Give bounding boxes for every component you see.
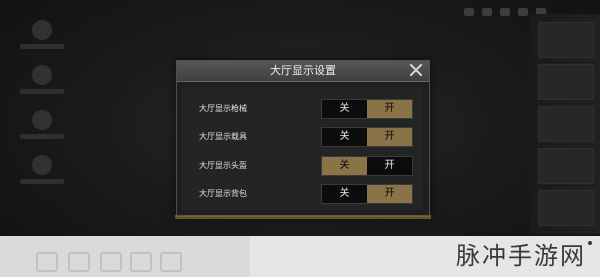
- right-tile-3[interactable]: [538, 106, 594, 142]
- toggle-off-option[interactable]: 关: [322, 185, 367, 203]
- right-side-panel: [530, 14, 600, 234]
- setting-row-helmet: 大厅显示头盔 关 开: [191, 156, 413, 176]
- menu-icon-3[interactable]: [32, 110, 52, 130]
- status-icon-3: [500, 8, 510, 16]
- setting-row-guns: 大厅显示枪械 关 开: [191, 99, 413, 119]
- setting-label: 大厅显示头盔: [199, 161, 247, 170]
- menu-icon-1[interactable]: [32, 20, 52, 40]
- setting-row-vehicles: 大厅显示载具 关 开: [191, 127, 413, 147]
- dialog-body: 大厅显示枪械 关 开 大厅显示载具 关 开 大厅显示头盔 关 开 大厅显示背包 …: [181, 87, 423, 210]
- lobby-display-settings-dialog: 大厅显示设置 大厅显示枪械 关 开 大厅显示载具 关 开 大厅显示头盔 关 开: [175, 60, 431, 219]
- dialog-header: 大厅显示设置: [177, 61, 429, 82]
- watermark-dot: [588, 241, 592, 245]
- toggle-switch[interactable]: 关 开: [321, 156, 413, 176]
- dialog-accent-line: [175, 215, 431, 219]
- toggle-on-option[interactable]: 开: [367, 157, 412, 175]
- close-icon[interactable]: [409, 63, 423, 77]
- bottom-nav-icon-5[interactable]: [160, 252, 182, 272]
- menu-icon-4[interactable]: [32, 155, 52, 175]
- bottom-nav-icon-4[interactable]: [130, 252, 152, 272]
- menu-label-1: [20, 44, 64, 49]
- setting-label: 大厅显示背包: [199, 189, 247, 198]
- toggle-switch[interactable]: 关 开: [321, 127, 413, 147]
- toggle-off-option[interactable]: 关: [322, 128, 367, 146]
- setting-label: 大厅显示枪械: [199, 104, 247, 113]
- setting-row-backpack: 大厅显示背包 关 开: [191, 184, 413, 204]
- menu-icon-2[interactable]: [32, 65, 52, 85]
- menu-label-3: [20, 134, 64, 139]
- right-tile-5[interactable]: [538, 190, 594, 226]
- setting-label: 大厅显示载具: [199, 132, 247, 141]
- menu-label-4: [20, 179, 64, 184]
- bottom-nav-icon-1[interactable]: [36, 252, 58, 272]
- menu-label-2: [20, 89, 64, 94]
- dialog-title: 大厅显示设置: [270, 64, 336, 77]
- toggle-off-option[interactable]: 关: [322, 157, 367, 175]
- left-menu-rail: [10, 10, 70, 225]
- toggle-on-option[interactable]: 开: [367, 100, 412, 118]
- toggle-switch[interactable]: 关 开: [321, 184, 413, 204]
- bottom-nav-icon-2[interactable]: [68, 252, 90, 272]
- toggle-off-option[interactable]: 关: [322, 100, 367, 118]
- toggle-switch[interactable]: 关 开: [321, 99, 413, 119]
- right-tile-1[interactable]: [538, 22, 594, 58]
- bottom-nav-icon-3[interactable]: [100, 252, 122, 272]
- watermark-text: 脉冲手游网: [456, 242, 586, 270]
- toggle-on-option[interactable]: 开: [367, 128, 412, 146]
- status-icon-4: [518, 8, 528, 16]
- right-tile-4[interactable]: [538, 148, 594, 184]
- right-tile-2[interactable]: [538, 64, 594, 100]
- toggle-on-option[interactable]: 开: [367, 185, 412, 203]
- status-icon-1: [464, 8, 474, 16]
- status-icon-2: [482, 8, 492, 16]
